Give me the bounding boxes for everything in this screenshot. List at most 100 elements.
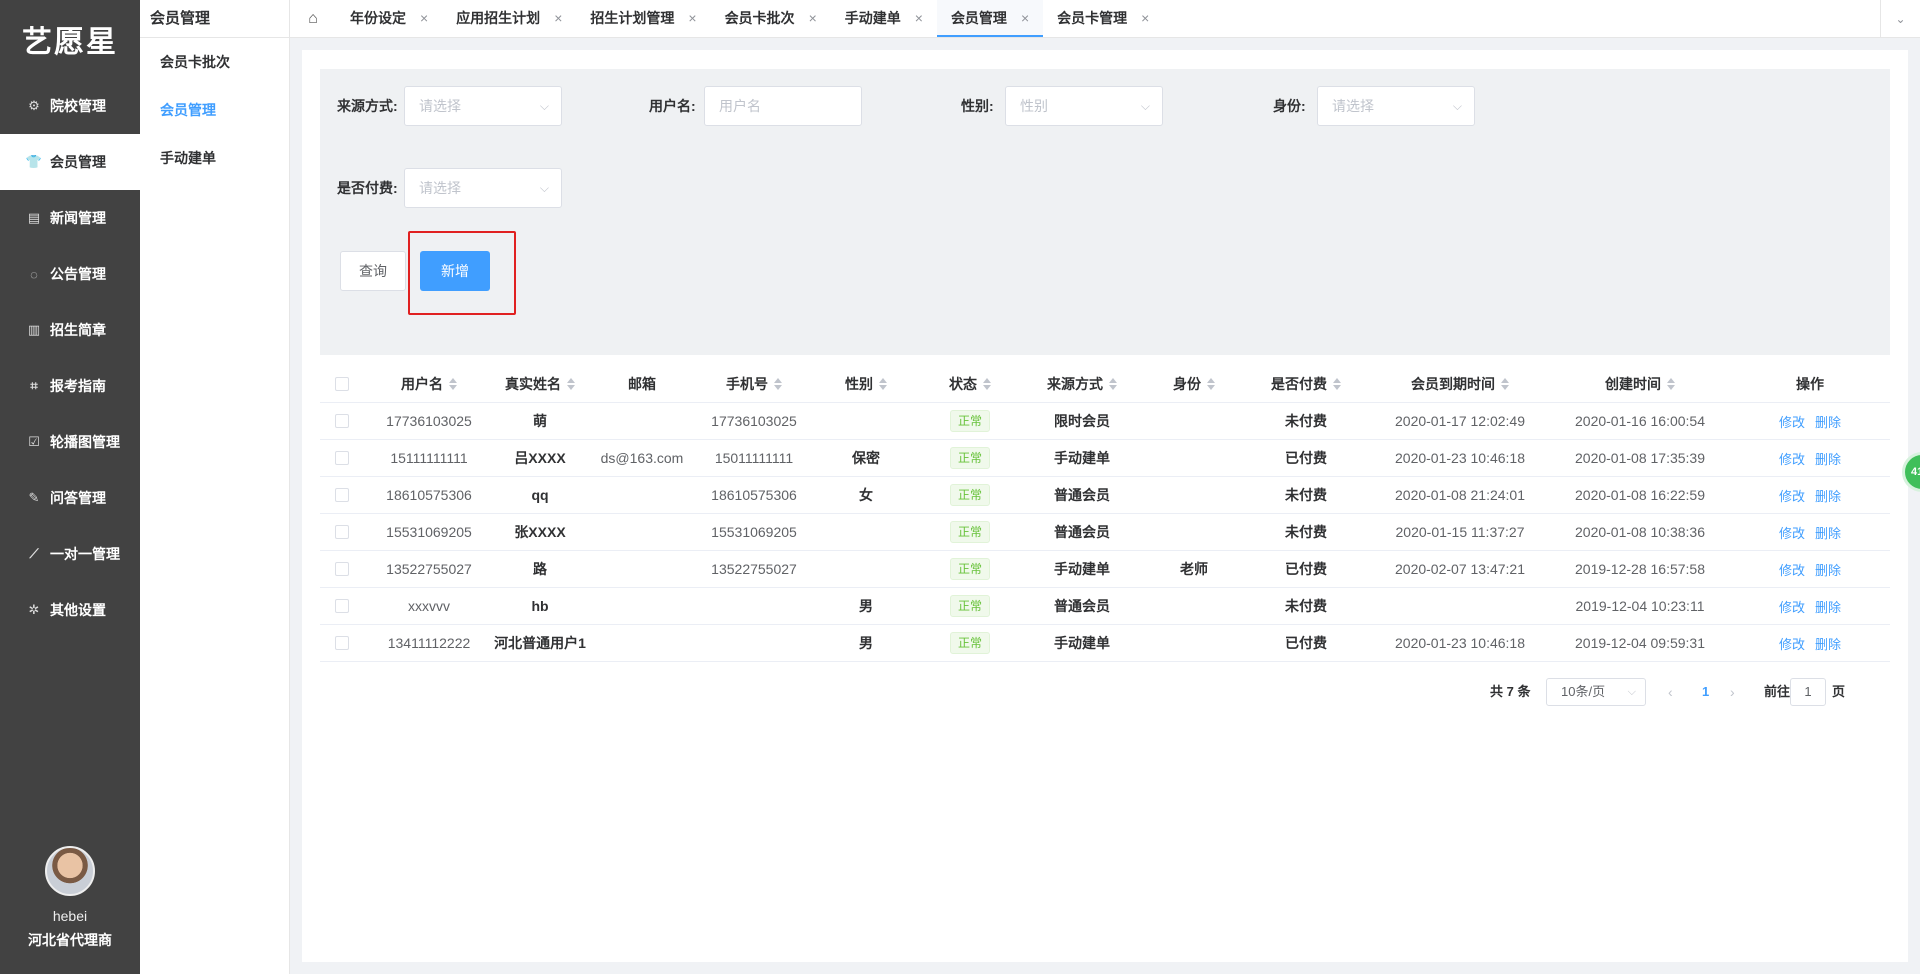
row-checkbox[interactable] <box>320 440 364 476</box>
source-cell: 普通会员 <box>1054 524 1110 540</box>
email-cell: ds@163.com <box>600 450 684 466</box>
page-number[interactable]: 1 <box>1702 678 1709 706</box>
delete-link[interactable]: 删除 <box>1815 560 1841 579</box>
column-header[interactable]: 用户名 <box>364 365 494 402</box>
column-header[interactable]: 性别 <box>810 365 922 402</box>
sidebar-item-6[interactable]: ☑ 轮播图管理 <box>0 414 140 470</box>
column-header[interactable]: 状态 <box>922 365 1018 402</box>
tab-3[interactable]: 会员卡批次 × <box>711 0 831 37</box>
gender-select[interactable]: 性别 ⌵ <box>1005 86 1163 126</box>
gender-cell <box>810 551 922 587</box>
tab-5[interactable]: 会员管理 × <box>936 0 1044 37</box>
tab-2[interactable]: 招生计划管理 × <box>576 0 710 37</box>
row-checkbox[interactable] <box>320 625 364 661</box>
add-button[interactable]: 新增 <box>420 251 490 291</box>
row-checkbox[interactable] <box>320 588 364 624</box>
delete-link[interactable]: 删除 <box>1815 634 1841 653</box>
delete-link[interactable]: 删除 <box>1815 597 1841 616</box>
sidebar-item-0[interactable]: ⚙ 院校管理 <box>0 78 140 134</box>
sort-icon[interactable] <box>567 377 575 391</box>
sidebar-item-8[interactable]: ⟋ 一对一管理 <box>0 526 140 582</box>
tab-0[interactable]: 年份设定 × <box>336 0 442 37</box>
row-checkbox[interactable] <box>320 477 364 513</box>
sidebar-item-4[interactable]: ▥ 招生简章 <box>0 302 140 358</box>
chevron-down-icon[interactable]: ⌄ <box>1880 0 1920 37</box>
sort-down-icon <box>1333 384 1341 390</box>
sort-icon[interactable] <box>983 377 991 391</box>
sort-icon[interactable] <box>1501 377 1509 391</box>
column-header[interactable]: 会员到期时间 <box>1370 365 1550 402</box>
delete-link[interactable]: 删除 <box>1815 449 1841 468</box>
tab-label: 会员卡批次 <box>724 9 795 26</box>
next-page-icon[interactable]: › <box>1730 678 1735 706</box>
column-header[interactable]: 来源方式 <box>1018 365 1146 402</box>
close-icon[interactable]: × <box>809 10 817 26</box>
sort-icon[interactable] <box>1207 377 1215 391</box>
tab-1[interactable]: 应用招生计划 × <box>442 0 576 37</box>
delete-link[interactable]: 删除 <box>1815 412 1841 431</box>
sidebar-item-label: 一对一管理 <box>50 546 120 562</box>
close-icon[interactable]: × <box>1021 10 1029 26</box>
home-icon[interactable]: ⌂ <box>290 0 336 37</box>
sort-icon[interactable] <box>1667 377 1675 391</box>
source-select[interactable]: 请选择 ⌵ <box>404 86 562 126</box>
row-checkbox[interactable] <box>320 514 364 550</box>
column-header[interactable]: 手机号 <box>698 365 810 402</box>
sort-icon[interactable] <box>774 377 782 391</box>
username-input[interactable]: 用户名 <box>704 86 862 126</box>
paid-cell: 未付费 <box>1285 524 1327 540</box>
sub-sidebar-item-0[interactable]: 会员卡批次 <box>140 38 289 86</box>
edit-link[interactable]: 修改 <box>1779 523 1805 542</box>
sidebar-item-3[interactable]: ◌ 公告管理 <box>0 246 140 302</box>
edit-link[interactable]: 修改 <box>1779 597 1805 616</box>
goto-page-input[interactable]: 1 <box>1790 678 1826 706</box>
sort-icon[interactable] <box>449 377 457 391</box>
edit-link[interactable]: 修改 <box>1779 634 1805 653</box>
close-icon[interactable]: × <box>688 10 696 26</box>
page-size-select[interactable]: 10条/页 ⌵ <box>1546 678 1646 706</box>
sidebar-item-1[interactable]: 👕 会员管理 <box>0 134 140 190</box>
sort-up-icon <box>983 377 991 383</box>
close-icon[interactable]: × <box>420 10 428 26</box>
row-checkbox[interactable] <box>320 551 364 587</box>
status-badge: 正常 <box>949 595 990 617</box>
source-placeholder: 请选择 <box>419 98 461 114</box>
tab-4[interactable]: 手动建单 × <box>831 0 937 37</box>
column-header: 邮箱 <box>586 365 698 402</box>
source-cell: 手动建单 <box>1054 561 1110 577</box>
row-checkbox[interactable] <box>320 403 364 439</box>
edit-link[interactable]: 修改 <box>1779 486 1805 505</box>
avatar[interactable] <box>45 846 95 896</box>
edit-link[interactable]: 修改 <box>1779 560 1805 579</box>
sub-sidebar-item-2[interactable]: 手动建单 <box>140 134 289 182</box>
sort-icon[interactable] <box>879 377 887 391</box>
gender-placeholder: 性别 <box>1020 98 1048 114</box>
sidebar-item-2[interactable]: ▤ 新闻管理 <box>0 190 140 246</box>
close-icon[interactable]: × <box>1141 10 1149 26</box>
paid-select[interactable]: 请选择 ⌵ <box>404 168 562 208</box>
delete-link[interactable]: 删除 <box>1815 486 1841 505</box>
identity-select[interactable]: 请选择 ⌵ <box>1317 86 1475 126</box>
paid-cell: 未付费 <box>1285 413 1327 429</box>
sidebar-item-7[interactable]: ✎ 问答管理 <box>0 470 140 526</box>
edit-link[interactable]: 修改 <box>1779 449 1805 468</box>
sidebar-item-5[interactable]: ⌗ 报考指南 <box>0 358 140 414</box>
select-all-checkbox[interactable] <box>320 365 364 402</box>
phone-cell: 17736103025 <box>711 413 797 429</box>
username-cell: 15111111111 <box>390 450 468 466</box>
query-button[interactable]: 查询 <box>340 251 406 291</box>
column-header[interactable]: 身份 <box>1146 365 1242 402</box>
sidebar-item-9[interactable]: ✲ 其他设置 <box>0 582 140 638</box>
prev-page-icon[interactable]: ‹ <box>1668 678 1673 706</box>
tab-6[interactable]: 会员卡管理 × <box>1043 0 1163 37</box>
close-icon[interactable]: × <box>554 10 562 26</box>
close-icon[interactable]: × <box>915 10 923 26</box>
delete-link[interactable]: 删除 <box>1815 523 1841 542</box>
sub-sidebar-item-1[interactable]: 会员管理 <box>140 86 289 134</box>
sort-icon[interactable] <box>1109 377 1117 391</box>
column-header[interactable]: 是否付费 <box>1242 365 1370 402</box>
column-header[interactable]: 创建时间 <box>1550 365 1730 402</box>
sort-icon[interactable] <box>1333 377 1341 391</box>
edit-link[interactable]: 修改 <box>1779 412 1805 431</box>
column-header[interactable]: 真实姓名 <box>494 365 586 402</box>
